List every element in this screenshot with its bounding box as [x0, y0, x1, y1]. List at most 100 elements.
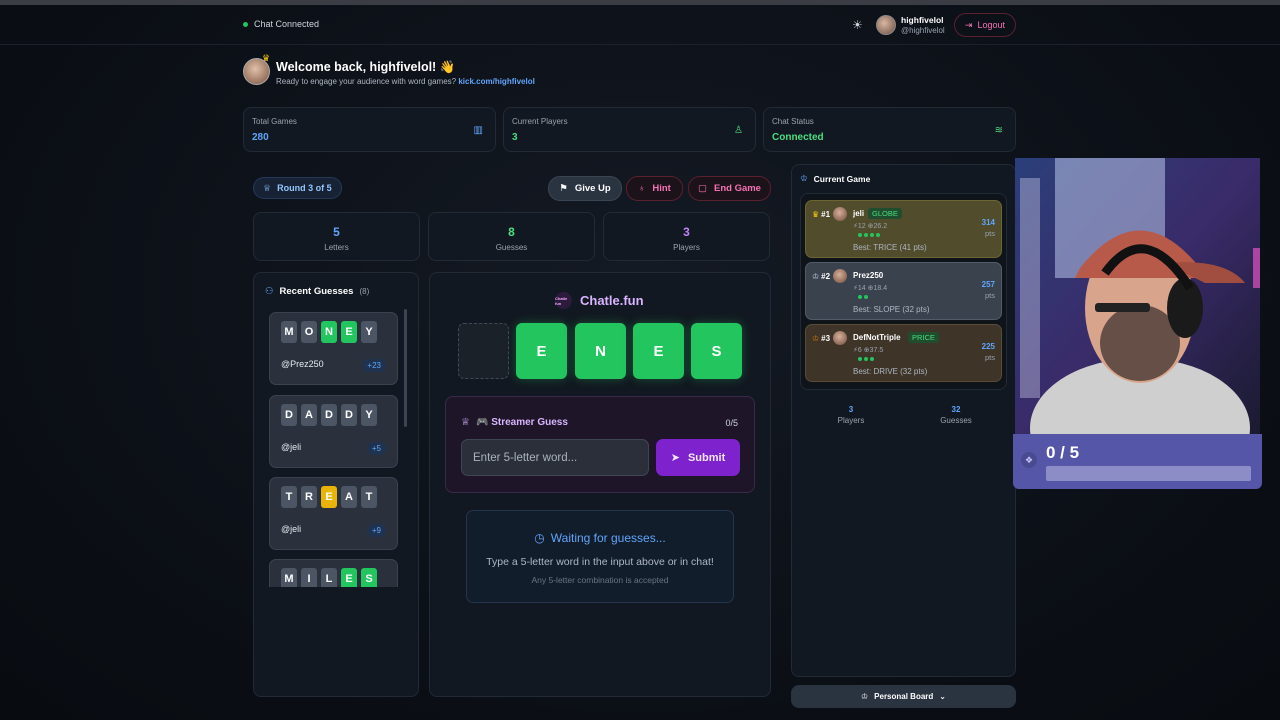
word-input[interactable]	[461, 439, 649, 476]
stat-label: Chat Status	[772, 117, 814, 126]
list-item: D A D D Y @jeli +5	[269, 395, 398, 468]
welcome-subtitle-text: Ready to engage your audience with word …	[276, 77, 457, 86]
streamer-guess-box: ♕ 🎮 Streamer Guess 0/5 ➤ Submit	[445, 396, 755, 493]
lightbulb-icon: ♁	[638, 183, 646, 194]
overlay-progress-bar	[1046, 466, 1251, 481]
chevron-down-icon: ⌄	[939, 692, 946, 701]
progress-dots	[858, 295, 868, 299]
letter-tile: D	[321, 404, 337, 426]
guesses-total: 32 Guesses	[926, 405, 986, 425]
logout-icon: ⇥	[964, 19, 973, 30]
channel-link[interactable]: kick.com/highfivelol	[458, 77, 534, 86]
letter-tile: T	[361, 486, 377, 508]
letter-tile: S	[361, 568, 377, 587]
leaderboard-row[interactable]: ♛ #1 jeli GLOBE ⚡12 ⊕26.2 Best: TRICE (41…	[805, 200, 1002, 258]
player-stats: ⚡14 ⊕18.4	[853, 285, 888, 292]
stat-card-chat-status: Chat Status Connected ≋	[763, 107, 1016, 152]
letter-tile: R	[301, 486, 317, 508]
player-points: 314	[981, 218, 995, 227]
trophy-icon: ♔	[812, 272, 820, 281]
rank-label: #2	[821, 272, 831, 281]
letter-tile: A	[301, 404, 317, 426]
end-game-button[interactable]: ▢ End Game	[688, 176, 771, 201]
letter-tile: A	[341, 486, 357, 508]
brand-name: Chatle.fun	[580, 293, 644, 308]
letter-tile: Y	[361, 321, 377, 343]
guess-user: @jeli	[281, 442, 302, 452]
clock-icon: ◷	[534, 531, 545, 545]
guess-user: @Prez250	[281, 359, 324, 369]
board-tile: E	[633, 323, 684, 379]
letter-tile: Y	[361, 404, 377, 426]
board-tile	[458, 323, 509, 379]
users-icon: ⚇	[265, 286, 274, 297]
leaderboard-row[interactable]: ♔ #3 DefNotTriple PRICE ⚡6 ⊕37.5 Best: DR…	[805, 324, 1002, 382]
rank-label: #1	[821, 210, 831, 219]
players-total-label: Players	[837, 416, 865, 425]
guesses-value: 8	[508, 225, 515, 239]
rank: ♔ #2	[812, 272, 830, 281]
stat-label: Total Games	[252, 117, 297, 126]
list-item: T R E A T @jeli +9	[269, 477, 398, 550]
stop-icon: ▢	[698, 183, 707, 194]
user-name: highfivelol	[901, 15, 944, 25]
crown-icon: ♕	[263, 182, 272, 193]
rank-label: #3	[821, 334, 831, 343]
player-word-badge: PRICE	[908, 332, 939, 343]
leaderboard-row[interactable]: ♔ #2 Prez250 ⚡14 ⊕18.4 Best: SLOPE (32 pt…	[805, 262, 1002, 320]
round-label: Round 3 of 5	[277, 183, 332, 193]
recent-guesses-list[interactable]: M O N E Y @Prez250 +23 D A D D Y @jeli +…	[266, 309, 408, 587]
progress-dots	[858, 357, 874, 361]
theme-toggle-sun-icon[interactable]: ☀	[852, 18, 863, 32]
stat-label: Current Players	[512, 117, 568, 126]
guesses-stat: 8 Guesses	[428, 212, 595, 261]
recent-guesses-title: ⚇ Recent Guesses (8)	[265, 286, 369, 297]
hint-button[interactable]: ♁ Hint	[626, 176, 683, 201]
flag-icon: ⚑	[559, 183, 568, 194]
streamer-guess-title: ♕ 🎮 Streamer Guess	[461, 417, 568, 428]
crown-icon: ♛	[812, 210, 820, 219]
points-label: pts	[984, 353, 995, 362]
letter-tile: D	[281, 404, 297, 426]
give-up-button[interactable]: ⚑ Give Up	[548, 176, 622, 201]
end-game-label: End Game	[713, 183, 761, 194]
welcome-subtitle: Ready to engage your audience with word …	[276, 77, 535, 86]
letter-tile: E	[341, 321, 357, 343]
stat-value: 280	[252, 132, 269, 143]
guesses-label: Guesses	[495, 243, 528, 252]
logout-label: Logout	[977, 20, 1006, 30]
guess-tiles: D A D D Y	[281, 404, 377, 426]
hint-label: Hint	[652, 183, 671, 194]
letters-value: 5	[333, 225, 340, 239]
streamer-guess-count: 0/5	[725, 418, 738, 428]
top-navigation: Chat Connected ☀ highfivelol @highfivelo…	[0, 5, 1280, 45]
submit-button[interactable]: ➤ Submit	[656, 439, 740, 476]
streamer-guess-label: 🎮 Streamer Guess	[475, 417, 568, 428]
personal-board-button[interactable]: ♔ Personal Board ⌄	[791, 685, 1016, 708]
trophy-icon: ♔	[800, 173, 808, 183]
board-tile: N	[575, 323, 626, 379]
player-word-badge: GLOBE	[868, 208, 902, 219]
logout-button[interactable]: ⇥ Logout	[954, 13, 1016, 37]
players-total-value: 3	[848, 405, 854, 414]
scrollbar[interactable]	[404, 309, 407, 427]
chatle-logo: Chatle fun	[555, 292, 572, 309]
avatar[interactable]	[876, 15, 896, 35]
gift-icon: ❖	[1021, 452, 1037, 468]
give-up-label: Give Up	[574, 183, 611, 194]
player-stats: ⚡12 ⊕26.2	[853, 223, 888, 230]
player-name: jeli	[853, 209, 865, 218]
webcam-feed	[1015, 158, 1260, 435]
crown-icon: ♕	[461, 417, 470, 428]
page-title: Welcome back, highfivelol! 👋	[276, 60, 456, 74]
trophy-icon: ♔	[812, 334, 820, 343]
user-handle: @highfivelol	[901, 26, 945, 35]
players-total: 3 Players	[821, 405, 881, 425]
personal-board-label: Personal Board	[874, 692, 934, 701]
submit-label: Submit	[687, 451, 726, 464]
letter-tile: E	[341, 568, 357, 587]
rank: ♔ #3	[812, 334, 830, 343]
player-name: Prez250	[853, 271, 884, 280]
chart-icon: ▥	[473, 125, 483, 136]
letter-tile: T	[281, 486, 297, 508]
